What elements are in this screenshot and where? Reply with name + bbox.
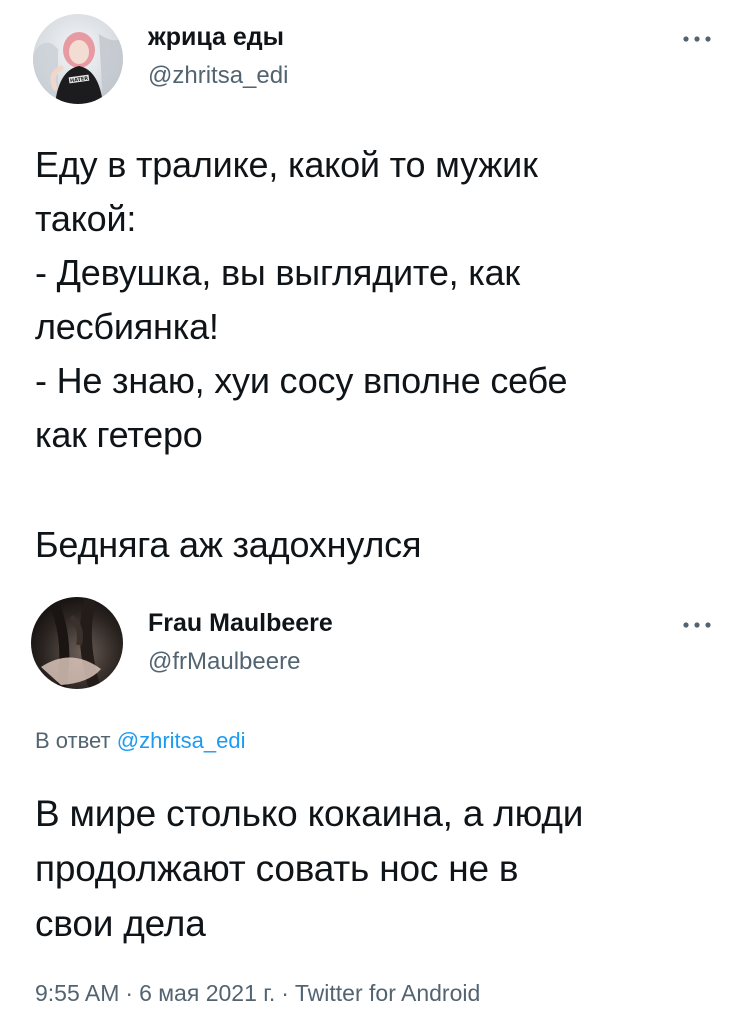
tweet-text-tail: Бедняга аж задохнулся	[35, 524, 422, 565]
author-handle[interactable]: @zhritsa_edi	[148, 62, 288, 90]
tweet-text-line: такой:	[35, 198, 137, 239]
reply-text-line: свои дела	[35, 903, 206, 944]
reply-text: В мире столько кокаина, а люди продолжаю…	[35, 786, 725, 951]
tweet-text-line: - Не знаю, хуи сосу вполне себе	[35, 360, 568, 401]
tweet-date[interactable]: 6 мая 2021 г.	[139, 980, 275, 1006]
meta-separator: ·	[281, 980, 289, 1006]
tweet-text-line: лесбиянка!	[35, 306, 219, 347]
avatar[interactable]: HATER	[33, 14, 123, 104]
avatar-photo: HATER	[33, 14, 123, 104]
reply-author-display-name[interactable]: Frau Maulbeere	[148, 608, 333, 638]
reply-text-line: продолжают совать нос не в	[35, 848, 519, 889]
reply-text-line: В мире столько кокаина, а люди	[35, 793, 584, 834]
replying-to-label: В ответ	[35, 728, 111, 753]
tweet-meta: 9:55 AM · 6 мая 2021 г. · Twitter for Androi…	[35, 978, 480, 1008]
reply-avatar[interactable]	[31, 597, 123, 689]
tweet-time[interactable]: 9:55 AM	[35, 980, 119, 1006]
reply-author-handle[interactable]: @frMaulbeere	[148, 648, 300, 676]
more-options-icon[interactable]	[680, 32, 714, 44]
replying-to: В ответ @zhritsa_edi	[35, 726, 246, 756]
meta-separator: ·	[125, 980, 134, 1006]
replying-to-handle-link[interactable]: @zhritsa_edi	[117, 728, 246, 753]
tweet-text-line: Еду в тралике, какой то мужик	[35, 144, 538, 185]
tweet-text: Еду в тралике, какой то мужик такой: - Д…	[35, 138, 725, 462]
tweet-text-line: - Девушка, вы выглядите, как	[35, 252, 520, 293]
avatar-photo	[31, 597, 123, 689]
more-options-icon[interactable]	[680, 618, 714, 630]
tweet-source[interactable]: Twitter for Android	[295, 980, 480, 1006]
author-display-name[interactable]: жрица еды	[148, 22, 284, 52]
tweet-text-line: как гетеро	[35, 414, 203, 455]
